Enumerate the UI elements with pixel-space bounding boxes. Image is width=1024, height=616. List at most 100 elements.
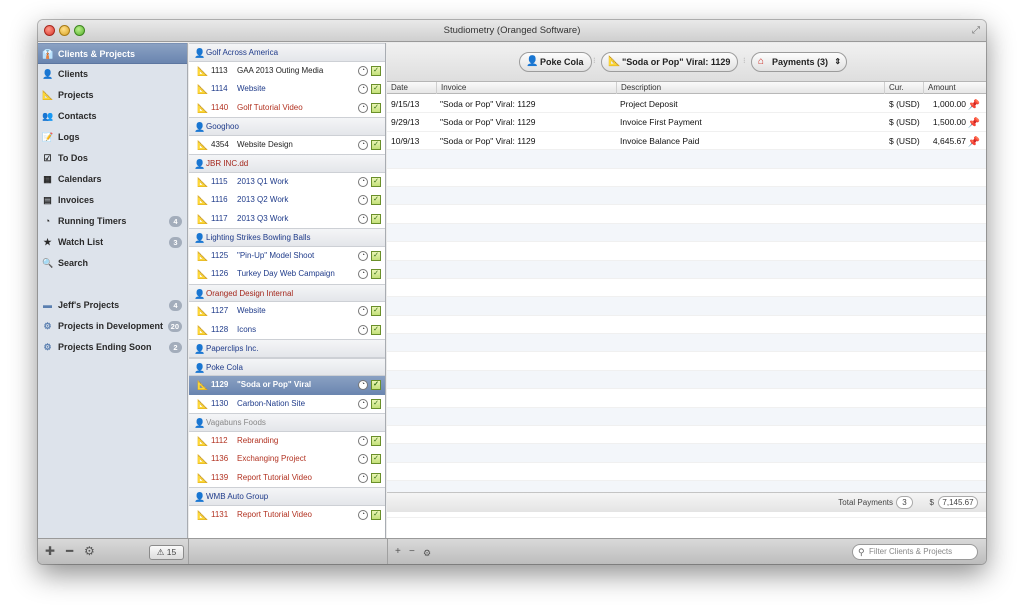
- complete-check-icon[interactable]: ✓: [371, 324, 381, 335]
- sidebar-item-invoices[interactable]: ▤ Invoices: [38, 190, 187, 211]
- project-row[interactable]: 📐 1140 Golf Tutorial Video ◔ ✓: [189, 99, 385, 118]
- project-row[interactable]: 📐 1126 Turkey Day Web Campaign ◔ ✓: [189, 265, 385, 284]
- column-currency[interactable]: Cur.: [884, 82, 904, 94]
- gear-menu-button[interactable]: ⚙: [84, 545, 95, 557]
- table-row[interactable]: 9/29/13 "Soda or Pop" Viral: 1129 Invoice …: [387, 113, 986, 133]
- project-row[interactable]: 📐 1129 "Soda or Pop" Viral ◔ ✓: [189, 376, 385, 395]
- complete-check-icon[interactable]: ✓: [371, 435, 381, 446]
- sidebar-item-to-dos[interactable]: ☑ To Dos: [38, 148, 187, 169]
- start-timer-icon[interactable]: ◔: [358, 509, 368, 520]
- project-row[interactable]: 📐 1130 Carbon-Nation Site ◔ ✓: [189, 395, 385, 414]
- client-row[interactable]: 👤 WMB Auto Group: [189, 487, 385, 506]
- minimize-window-button[interactable]: [59, 25, 70, 36]
- complete-check-icon[interactable]: ✓: [371, 176, 381, 187]
- pushpin-icon[interactable]: 📌: [968, 134, 980, 152]
- pushpin-icon[interactable]: 📌: [968, 97, 980, 115]
- sidebar-item-contacts[interactable]: 👥 Contacts: [38, 106, 187, 127]
- start-timer-icon[interactable]: ◔: [358, 176, 368, 187]
- project-row[interactable]: 📐 1115 2013 Q1 Work ◔ ✓: [189, 173, 385, 192]
- complete-check-icon[interactable]: ✓: [371, 269, 381, 279]
- remove-payment-button[interactable]: −: [409, 546, 415, 558]
- project-row[interactable]: 📐 1131 Report Tutorial Video ◔ ✓: [189, 506, 385, 525]
- start-timer-icon[interactable]: ◔: [358, 472, 368, 483]
- complete-check-icon[interactable]: ✓: [371, 250, 381, 261]
- complete-check-icon[interactable]: ✓: [371, 454, 381, 464]
- start-timer-icon[interactable]: ◔: [358, 65, 368, 76]
- complete-check-icon[interactable]: ✓: [371, 509, 381, 520]
- client-row[interactable]: 👤 Googhoo: [189, 117, 385, 136]
- client-row[interactable]: 👤 Paperclips Inc.: [189, 339, 385, 358]
- zoom-window-button[interactable]: [74, 25, 85, 36]
- complete-check-icon[interactable]: ✓: [371, 84, 381, 94]
- remove-item-button[interactable]: ━: [66, 545, 73, 557]
- start-timer-icon[interactable]: ◔: [358, 380, 368, 390]
- filter-search-input[interactable]: ⚲ Filter Clients & Projects: [852, 544, 978, 560]
- client-row[interactable]: 👤 Oranged Design Internal: [189, 283, 385, 302]
- client-row[interactable]: 👤 Lighting Strikes Bowling Balls: [189, 228, 385, 247]
- start-timer-icon[interactable]: ◔: [358, 102, 368, 113]
- client-row[interactable]: 👤 JBR INC.dd: [189, 154, 385, 173]
- start-timer-icon[interactable]: ◔: [358, 250, 368, 261]
- project-row[interactable]: 📐 1125 "Pin-Up" Model Shoot ◔ ✓: [189, 247, 385, 266]
- column-amount[interactable]: Amount: [923, 82, 956, 94]
- start-timer-icon[interactable]: ◔: [358, 306, 368, 316]
- complete-check-icon[interactable]: ✓: [371, 306, 381, 316]
- warnings-button[interactable]: ⚠ 15: [149, 545, 184, 560]
- start-timer-icon[interactable]: ◔: [358, 454, 368, 464]
- sidebar-item-clients-projects[interactable]: 👔 Clients & Projects: [38, 43, 187, 64]
- project-row[interactable]: 📐 1136 Exchanging Project ◔ ✓: [189, 450, 385, 469]
- sidebar-item-search[interactable]: 🔍 Search: [38, 253, 187, 274]
- pushpin-icon[interactable]: 📌: [968, 115, 980, 133]
- client-row[interactable]: 👤 Poke Cola: [189, 357, 385, 376]
- sidebar-item-logs[interactable]: 📝 Logs: [38, 127, 187, 148]
- column-date[interactable]: Date: [387, 82, 408, 94]
- start-timer-icon[interactable]: ◔: [358, 84, 368, 94]
- breadcrumb-project[interactable]: 📐 "Soda or Pop" Viral: 1129: [601, 52, 739, 72]
- complete-check-icon[interactable]: ✓: [371, 102, 381, 113]
- complete-check-icon[interactable]: ✓: [371, 472, 381, 483]
- sidebar-group-projects-in-development[interactable]: ⚙ Projects in Development 20: [38, 316, 187, 337]
- project-row[interactable]: 📐 1116 2013 Q2 Work ◔ ✓: [189, 191, 385, 210]
- sidebar-group-jeff-s-projects[interactable]: ▬ Jeff's Projects 4: [38, 295, 187, 316]
- project-row[interactable]: 📐 1127 Website ◔ ✓: [189, 302, 385, 321]
- complete-check-icon[interactable]: ✓: [371, 195, 381, 205]
- breadcrumb-client[interactable]: 👤 Poke Cola: [519, 52, 592, 72]
- breadcrumb-section[interactable]: ⌂ Payments (3) ⇕: [751, 52, 848, 72]
- sidebar-group-projects-ending-soon[interactable]: ⚙ Projects Ending Soon 2: [38, 337, 187, 358]
- project-row[interactable]: 📐 1113 GAA 2013 Outing Media ◔ ✓: [189, 62, 385, 81]
- complete-check-icon[interactable]: ✓: [371, 213, 381, 224]
- sidebar-item-running-timers[interactable]: ◔ Running Timers 4: [38, 211, 187, 232]
- column-description[interactable]: Description: [616, 82, 661, 94]
- table-row[interactable]: 10/9/13 "Soda or Pop" Viral: 1129 Invoice …: [387, 132, 986, 152]
- start-timer-icon[interactable]: ◔: [358, 269, 368, 279]
- column-invoice[interactable]: Invoice: [436, 82, 466, 94]
- project-row[interactable]: 📐 1128 Icons ◔ ✓: [189, 321, 385, 340]
- client-row[interactable]: 👤 Golf Across America: [189, 43, 385, 62]
- start-timer-icon[interactable]: ◔: [358, 139, 368, 150]
- project-row[interactable]: 📐 1117 2013 Q3 Work ◔ ✓: [189, 210, 385, 229]
- start-timer-icon[interactable]: ◔: [358, 324, 368, 335]
- add-payment-button[interactable]: +: [395, 546, 401, 558]
- close-window-button[interactable]: [44, 25, 55, 36]
- start-timer-icon[interactable]: ◔: [358, 398, 368, 409]
- project-row[interactable]: 📐 1139 Report Tutorial Video ◔ ✓: [189, 469, 385, 488]
- client-row[interactable]: 👤 Vagabuns Foods: [189, 413, 385, 432]
- complete-check-icon[interactable]: ✓: [371, 65, 381, 76]
- start-timer-icon[interactable]: ◔: [358, 435, 368, 446]
- project-row[interactable]: 📐 4354 Website Design ◔ ✓: [189, 136, 385, 155]
- project-row[interactable]: 📐 1112 Rebranding ◔ ✓: [189, 432, 385, 451]
- complete-check-icon[interactable]: ✓: [371, 139, 381, 150]
- project-row[interactable]: 📐 1114 Website ◔ ✓: [189, 80, 385, 99]
- fullscreen-icon[interactable]: ⤢: [972, 24, 980, 38]
- complete-check-icon[interactable]: ✓: [371, 380, 381, 390]
- sidebar-item-watch-list[interactable]: ★ Watch List 3: [38, 232, 187, 253]
- start-timer-icon[interactable]: ◔: [358, 213, 368, 224]
- start-timer-icon[interactable]: ◔: [358, 195, 368, 205]
- sidebar-item-calendars[interactable]: ▦ Calendars: [38, 169, 187, 190]
- add-item-button[interactable]: ✚: [45, 545, 55, 557]
- table-row[interactable]: 9/15/13 "Soda or Pop" Viral: 1129 Project …: [387, 95, 986, 115]
- complete-check-icon[interactable]: ✓: [371, 398, 381, 409]
- payment-gear-button[interactable]: ⚙: [423, 547, 431, 559]
- sidebar-item-projects[interactable]: 📐 Projects: [38, 85, 187, 106]
- sidebar-item-clients[interactable]: 👤 Clients: [38, 64, 187, 85]
